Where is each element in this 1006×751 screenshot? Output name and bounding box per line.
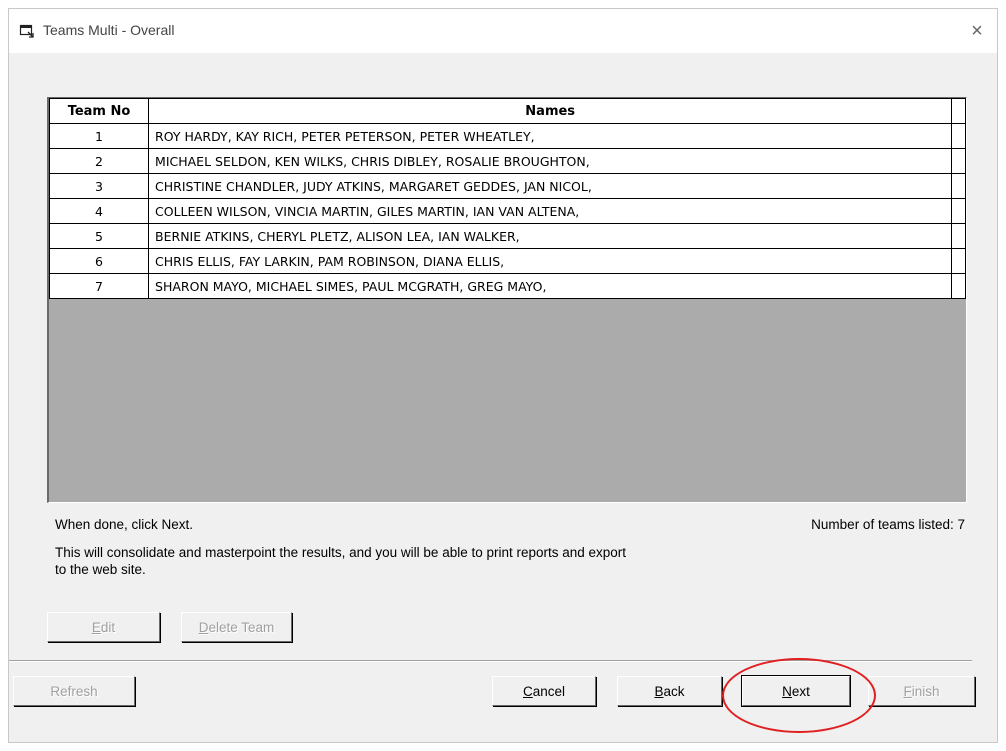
team-names-cell: BERNIE ATKINS, CHERYL PLETZ, ALISON LEA,… (148, 223, 953, 249)
team-names-cell: CHRIS ELLIS, FAY LARKIN, PAM ROBINSON, D… (148, 248, 953, 274)
footer-separator (9, 660, 972, 662)
table-row[interactable]: 6 CHRIS ELLIS, FAY LARKIN, PAM ROBINSON, … (49, 248, 966, 274)
extra-cell (951, 148, 966, 174)
table-row[interactable]: 7 SHARON MAYO, MICHAEL SIMES, PAUL MCGRAT… (49, 273, 966, 299)
team-names-cell: COLLEEN WILSON, VINCIA MARTIN, GILES MAR… (148, 198, 953, 224)
extra-cell (951, 223, 966, 249)
table-row[interactable]: 4 COLLEEN WILSON, VINCIA MARTIN, GILES MA… (49, 198, 966, 224)
close-icon: × (971, 19, 983, 42)
team-number-cell: 5 (49, 223, 150, 249)
delete-team-button-label: Delete Team (198, 619, 275, 635)
team-count-label: Number of teams listed: 7 (811, 517, 965, 532)
team-number-cell: 1 (49, 123, 150, 149)
close-button[interactable]: × (963, 17, 991, 45)
team-names-cell: CHRISTINE CHANDLER, JUDY ATKINS, MARGARE… (148, 173, 953, 199)
team-number-cell: 6 (49, 248, 150, 274)
column-header-names[interactable]: Names (148, 98, 953, 124)
extra-cell (951, 123, 966, 149)
cancel-button-label: Cancel (522, 683, 566, 699)
team-names-cell: SHARON MAYO, MICHAEL SIMES, PAUL MCGRATH… (148, 273, 953, 299)
next-button-label: Next (782, 683, 810, 699)
finish-button-label: Finish (903, 683, 940, 699)
table-row[interactable]: 2 MICHAEL SELDON, KEN WILKS, CHRIS DIBLEY… (49, 148, 966, 174)
column-header-extra (951, 98, 966, 124)
table-row[interactable]: 5 BERNIE ATKINS, CHERYL PLETZ, ALISON LEA… (49, 223, 966, 249)
table-body: 1 ROY HARDY, KAY RICH, PETER PETERSON, PE… (49, 123, 966, 299)
extra-cell (951, 173, 966, 199)
title-bar[interactable]: Teams Multi - Overall × (9, 9, 997, 53)
team-names-cell: MICHAEL SELDON, KEN WILKS, CHRIS DIBLEY,… (148, 148, 953, 174)
team-number-cell: 2 (49, 148, 150, 174)
team-number-cell: 4 (49, 198, 150, 224)
next-button[interactable]: Next (741, 675, 851, 707)
dialog-window: Teams Multi - Overall × Team No Names 1R… (8, 8, 998, 743)
delete-team-button[interactable]: Delete Team (181, 612, 292, 642)
back-button[interactable]: Back (617, 676, 722, 706)
team-number-cell: 7 (49, 273, 150, 299)
extra-cell (951, 248, 966, 274)
teams-table: Team No Names 1 ROY HARDY, KAY RICH, PETE… (49, 98, 966, 299)
window-app-icon (19, 23, 35, 39)
table-header-row: Team No Names (49, 98, 966, 124)
extra-cell (951, 273, 966, 299)
info-message: This will consolidate and masterpoint th… (55, 545, 627, 577)
extra-cell (951, 198, 966, 224)
table-row[interactable]: 3 CHRISTINE CHANDLER, JUDY ATKINS, MARGAR… (49, 173, 966, 199)
back-button-label: Back (654, 683, 685, 699)
table-row[interactable]: 1 ROY HARDY, KAY RICH, PETER PETERSON, PE… (49, 123, 966, 149)
cancel-button[interactable]: Cancel (492, 676, 596, 706)
team-number-cell: 3 (49, 173, 150, 199)
team-names-cell: ROY HARDY, KAY RICH, PETER PETERSON, PET… (148, 123, 953, 149)
done-instruction: When done, click Next. (55, 517, 194, 532)
teams-grid[interactable]: Team No Names 1 ROY HARDY, KAY RICH, PETE… (47, 97, 967, 503)
refresh-button[interactable]: Refresh (13, 676, 135, 706)
finish-button[interactable]: Finish (868, 676, 975, 706)
edit-button[interactable]: Edit (47, 612, 160, 642)
refresh-button-label: Refresh (50, 683, 98, 699)
column-header-team-no[interactable]: Team No (49, 98, 150, 124)
edit-button-label: Edit (91, 619, 116, 635)
window-title: Teams Multi - Overall (43, 22, 175, 38)
